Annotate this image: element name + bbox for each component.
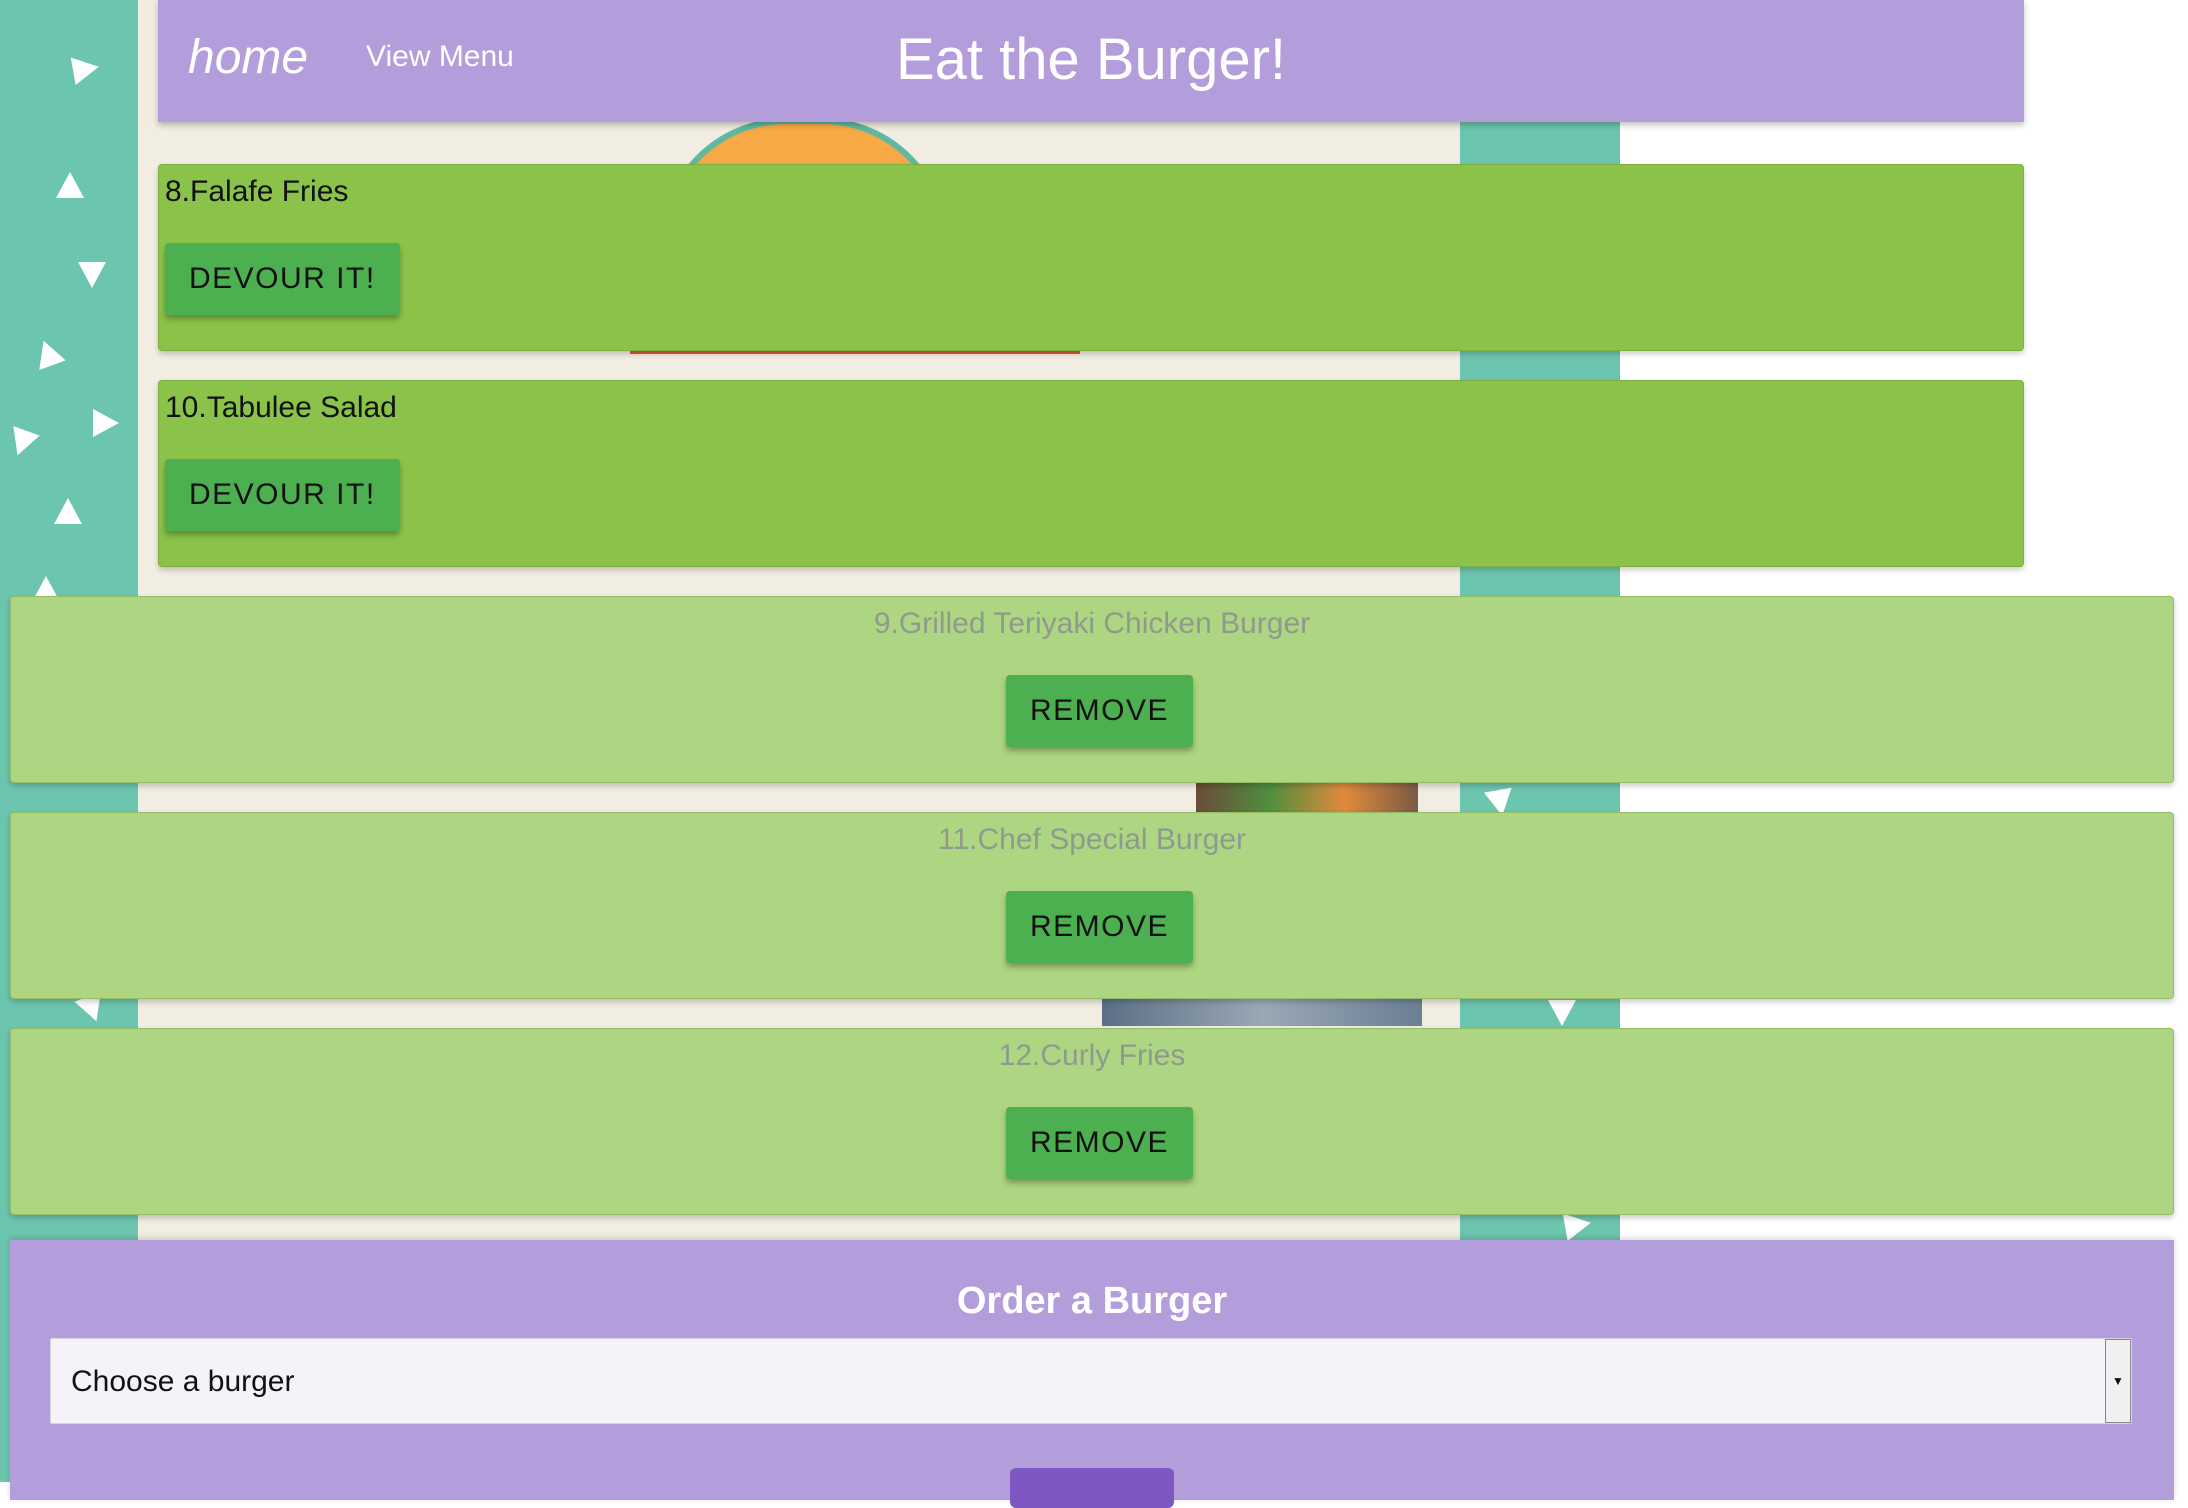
nav-home-link[interactable]: home xyxy=(188,30,308,85)
background-triangle xyxy=(93,409,119,437)
background-triangle xyxy=(78,262,106,288)
devour-button[interactable]: DEVOUR IT! xyxy=(165,459,400,531)
burger-name: 9.Grilled Teriyaki Chicken Burger xyxy=(873,607,1311,640)
burger-select-value: Choose a burger xyxy=(71,1365,295,1398)
devoured-burger-card: 11.Chef Special Burger REMOVE xyxy=(10,812,2174,999)
background-triangle xyxy=(54,498,82,524)
order-submit-button[interactable] xyxy=(1010,1468,1174,1508)
uneaten-burger-card: 10.Tabulee Salad DEVOUR IT! xyxy=(158,380,2024,567)
background-triangle xyxy=(70,52,102,86)
chevron-down-icon[interactable]: ▼ xyxy=(2105,1339,2131,1423)
burger-name: 11.Chef Special Burger xyxy=(938,823,1246,856)
devour-button[interactable]: DEVOUR IT! xyxy=(165,243,400,315)
remove-button[interactable]: REMOVE xyxy=(1006,891,1194,963)
remove-button[interactable]: REMOVE xyxy=(1006,675,1194,747)
background-triangle xyxy=(56,172,84,198)
uneaten-burger-card: 8.Falafe Fries DEVOUR IT! xyxy=(158,164,2024,351)
order-form: Order a Burger Choose a burger ▼ xyxy=(10,1240,2174,1508)
order-title: Order a Burger xyxy=(956,1280,1228,1322)
navbar: home View Menu Eat the Burger! xyxy=(158,0,2024,122)
background-triangle xyxy=(1548,1000,1576,1026)
devoured-burger-card: 9.Grilled Teriyaki Chicken Burger REMOVE xyxy=(10,596,2174,783)
burger-name: 8.Falafe Fries xyxy=(165,175,349,208)
nav-view-menu-link[interactable]: View Menu xyxy=(366,40,514,74)
burger-name: 12.Curly Fries xyxy=(998,1039,1186,1072)
burger-select[interactable]: Choose a burger ▼ xyxy=(50,1338,2132,1424)
remove-button[interactable]: REMOVE xyxy=(1006,1107,1194,1179)
burger-name: 10.Tabulee Salad xyxy=(165,391,397,424)
devoured-burger-card: 12.Curly Fries REMOVE xyxy=(10,1028,2174,1215)
